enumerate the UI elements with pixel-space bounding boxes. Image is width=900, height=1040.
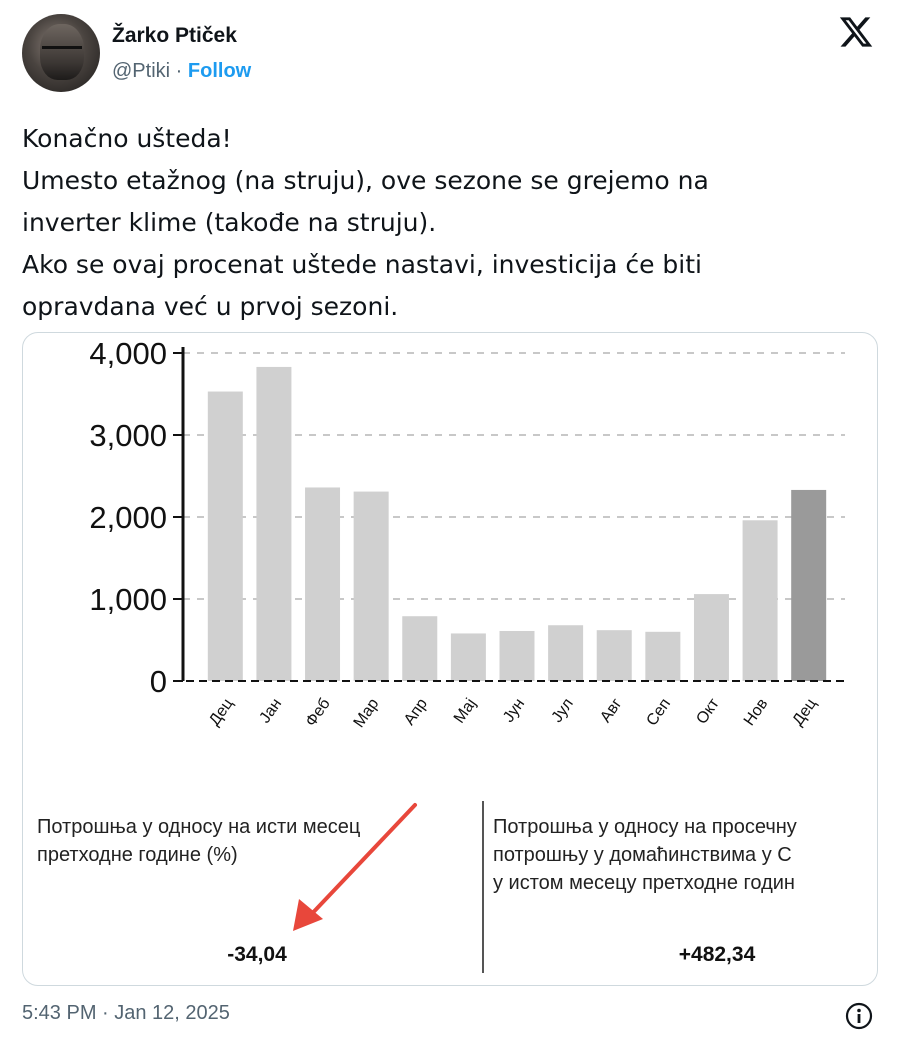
annotation-arrow-head <box>293 899 323 931</box>
bar <box>596 630 632 681</box>
x-tick-label: Мар <box>351 695 383 730</box>
x-tick-label: Нов <box>741 696 772 729</box>
bar <box>548 625 584 681</box>
x-tick-label: Апр <box>401 695 431 728</box>
x-tick-label: Окт <box>693 695 723 727</box>
follow-button[interactable]: Follow <box>188 60 251 82</box>
bar-chart: 0 1,000 2,000 3,000 4,000 Дец Јан Феб Мар Апр Мај… <box>37 336 845 973</box>
bar <box>450 633 486 681</box>
left-stat-label: Потрошња у односу на исти месец <box>37 816 360 838</box>
bar <box>207 391 243 681</box>
y-tick-label: 1,000 <box>89 582 167 617</box>
bar <box>693 594 729 681</box>
y-tick-label: 3,000 <box>89 418 167 453</box>
avatar[interactable] <box>22 14 100 92</box>
stats-panel: Потрошња у односу на исти месец претходне… <box>37 801 797 973</box>
y-tick-label: 4,000 <box>89 336 167 371</box>
bar <box>791 489 827 681</box>
x-tick-label: Јул <box>549 696 577 726</box>
bar <box>256 366 292 681</box>
bar <box>499 630 535 681</box>
tweet-header: Žarko Ptiček @Ptiki · Follow <box>22 14 882 94</box>
x-tick-label: Сеп <box>643 696 674 730</box>
right-stat-label: потрошњу у домаћинствима у С <box>493 844 792 866</box>
bar <box>353 491 389 681</box>
bar <box>402 616 438 681</box>
x-tick-label: Феб <box>303 696 334 730</box>
bars <box>207 366 827 681</box>
right-stat-label: Потрошња у односу на просечну <box>493 816 797 838</box>
x-tick-label: Дец <box>789 696 820 729</box>
x-tick-label: Мај <box>451 696 480 727</box>
x-tick-label: Јун <box>500 696 528 726</box>
x-tick-labels: Дец Јан Феб Мар Апр Мај Јун Јул Авг Сеп Окт Нов Дец <box>206 695 820 731</box>
user-name[interactable]: Žarko Ptiček <box>112 24 237 48</box>
right-stat-value: +482,34 <box>679 943 756 966</box>
left-stat-value: -34,04 <box>227 943 287 966</box>
x-tick-label: Авг <box>597 695 625 725</box>
tweet-media[interactable]: 0 1,000 2,000 3,000 4,000 Дец Јан Феб Мар Апр Мај… <box>22 332 878 986</box>
right-stat-label: у истом месецу претходне годин <box>493 872 795 894</box>
tweet-text: Konačno ušteda! Umesto etažnog (na struj… <box>22 124 709 321</box>
handle-row: @Ptiki · Follow <box>112 60 251 83</box>
y-tick-label: 2,000 <box>89 500 167 535</box>
info-icon[interactable] <box>844 1001 874 1031</box>
separator-dot: · <box>175 60 183 82</box>
x-tick-label: Јан <box>257 696 286 727</box>
x-tick-label: Дец <box>206 696 237 729</box>
avatar-glasses <box>42 46 82 54</box>
timestamp[interactable]: 5:43 PM · Jan 12, 2025 <box>22 1002 230 1025</box>
user-handle[interactable]: @Ptiki <box>112 60 170 82</box>
left-stat-label: претходне године (%) <box>37 844 238 866</box>
x-logo-icon[interactable] <box>838 14 874 50</box>
y-tick-labels: 0 1,000 2,000 3,000 4,000 <box>89 336 167 699</box>
bar <box>645 631 681 681</box>
y-tick-label: 0 <box>150 664 167 699</box>
bar <box>305 487 341 681</box>
bar <box>742 520 778 681</box>
